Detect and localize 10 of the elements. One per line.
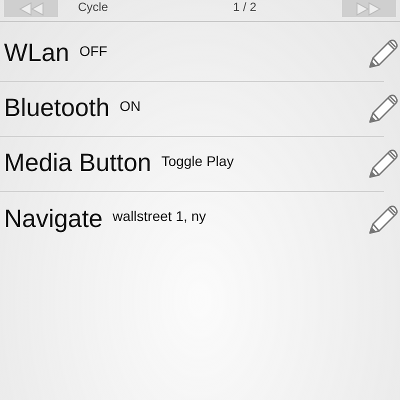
item-value: ON	[120, 96, 141, 116]
item-name: Media Button	[4, 148, 152, 180]
cycle-label: Cycle	[78, 1, 108, 14]
item-name: Navigate	[4, 204, 103, 235]
item-name: WLan	[4, 38, 70, 70]
page-counter: 1 / 2	[233, 1, 256, 14]
item-value: OFF	[79, 42, 108, 60]
item-value: wallstreet 1, ny	[112, 207, 206, 226]
item-value: Toggle Play	[161, 152, 234, 171]
item-name: Bluetooth	[4, 93, 110, 124]
